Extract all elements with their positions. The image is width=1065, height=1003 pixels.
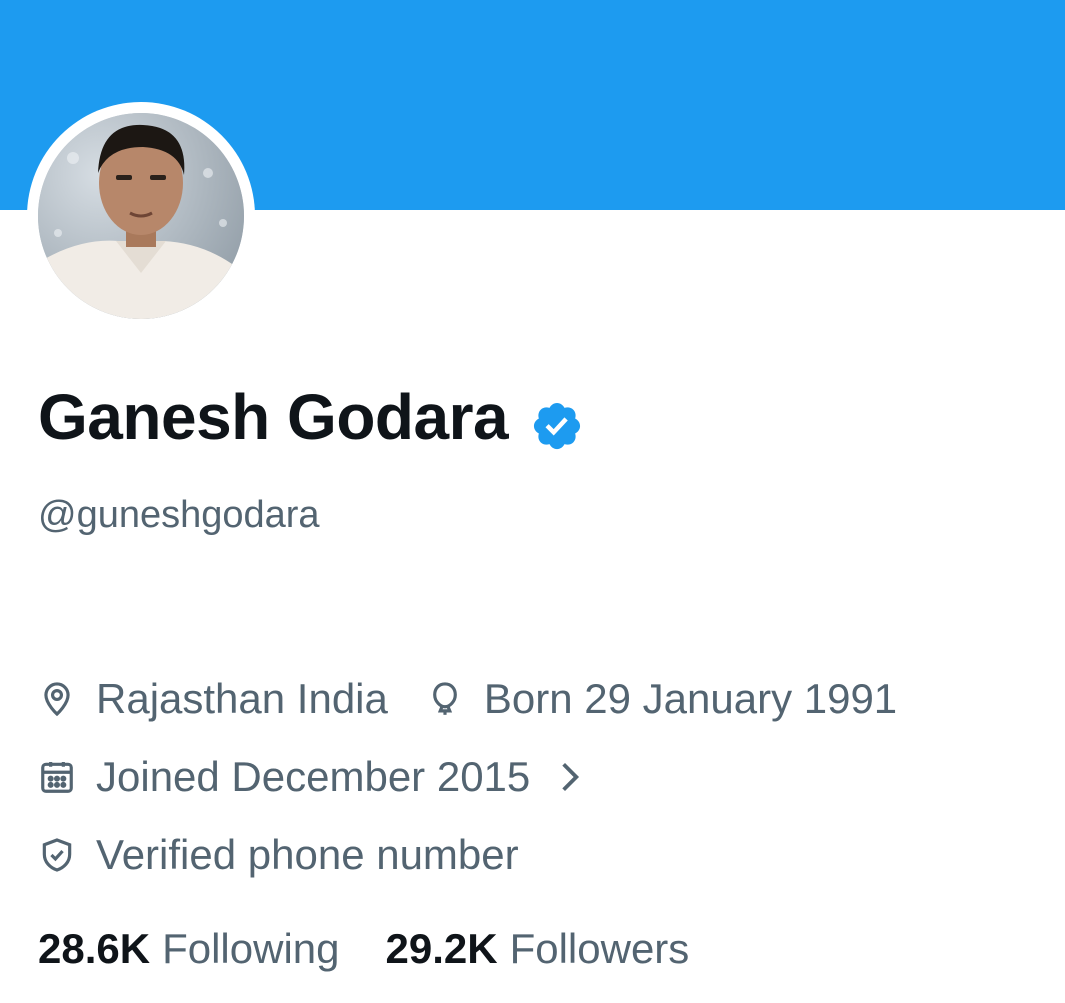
balloon-icon [426,680,464,718]
location-text: Rajasthan India [96,675,388,722]
calendar-icon [38,758,76,796]
location-pin-icon [38,680,76,718]
chevron-right-icon[interactable] [556,758,584,796]
verified-phone-row: Verified phone number [38,830,519,880]
verified-badge-icon[interactable] [530,392,584,450]
followers-label: Followers [509,925,690,972]
follow-stats: 28.6K Following 29.2K Followers [38,924,689,974]
avatar[interactable] [38,113,244,319]
display-name-row: Ganesh Godara [38,378,584,456]
followers-count: 29.2K [385,925,498,972]
profile-details-row: Rajasthan India Born 29 January 1991 [38,674,897,724]
shield-check-icon [38,836,76,874]
joined-row[interactable]: Joined December 2015 [38,752,584,802]
following-link[interactable]: 28.6K Following [38,924,340,974]
display-name: Ganesh Godara [38,381,509,453]
followers-link[interactable]: 29.2K Followers [386,924,690,974]
following-count: 28.6K [38,925,151,972]
joined-text: Joined December 2015 [96,753,531,800]
following-label: Following [162,925,340,972]
verified-phone-text: Verified phone number [96,831,519,878]
birthday-text: Born 29 January 1991 [483,675,898,722]
handle: @guneshgodara [38,494,320,536]
